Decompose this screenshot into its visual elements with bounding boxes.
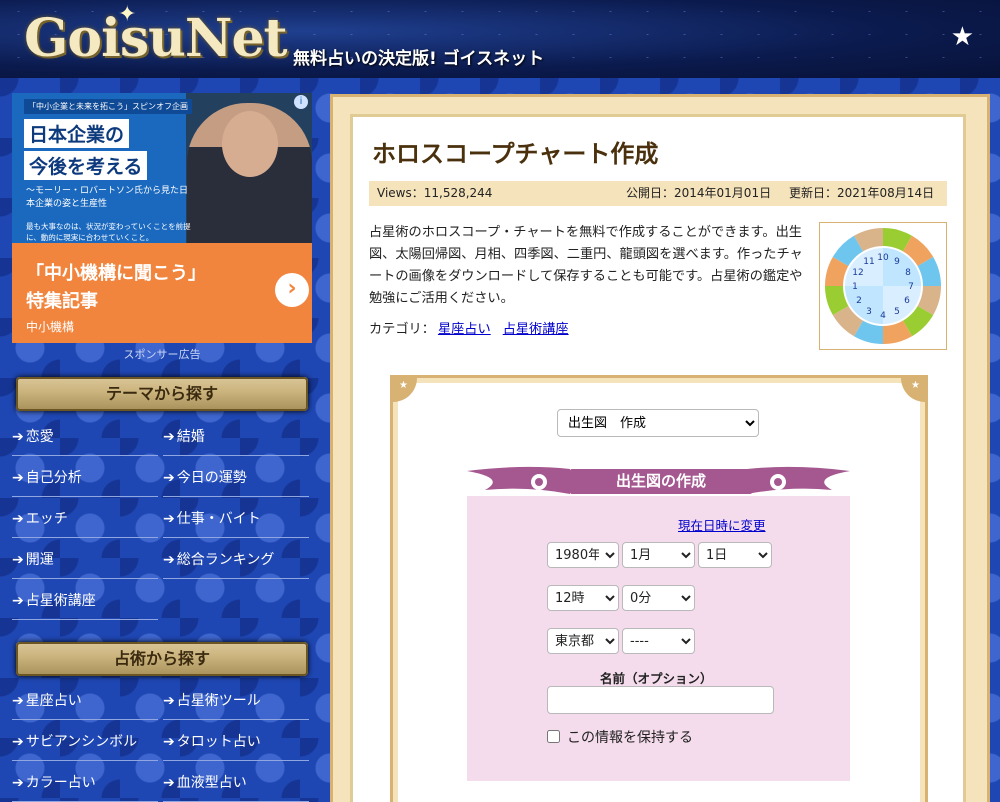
section-banner-fortune: 占術から探す: [16, 642, 308, 676]
sidebar-item-love[interactable]: ➔ 恋愛: [12, 418, 158, 456]
set-current-datetime-link[interactable]: 現在日時に変更: [678, 515, 766, 534]
city-select[interactable]: ----: [622, 628, 695, 654]
svg-text:9: 9: [894, 257, 900, 267]
svg-text:3: 3: [866, 307, 872, 317]
meta-bar: Views：11,528,244 公開日：2014年01月01日 更新日：202…: [369, 181, 947, 206]
sidebar-item-astrology-course[interactable]: ➔ 占星術講座: [12, 582, 158, 620]
ad-brand: 中小機構: [26, 320, 75, 334]
arrow-right-icon: ➔: [12, 693, 24, 709]
ad-person-face: [222, 111, 278, 177]
section-banner-theme: テーマから探す: [16, 377, 308, 411]
published-date: 公開日：2014年01月01日: [626, 186, 772, 200]
star-icon: ★: [911, 380, 920, 391]
svg-text:2: 2: [856, 296, 862, 306]
sidebar-item-ecchi[interactable]: ➔ エッチ: [12, 500, 158, 538]
name-field-label: 名前（オプション）: [600, 671, 713, 686]
arrow-right-icon: ➔: [12, 775, 24, 791]
ad-headline-1: 日本企業の: [24, 119, 130, 148]
birth-month-select[interactable]: 1月: [622, 542, 695, 568]
page-title: ホロスコープチャート作成: [372, 140, 659, 168]
sidebar-item-self-analysis[interactable]: ➔ 自己分析: [12, 459, 158, 497]
category-line: カテゴリ： 星座占い 占星術講座: [369, 318, 569, 337]
form-header-title: 出生図の作成: [570, 469, 752, 494]
category-link-zodiac[interactable]: 星座占い: [438, 322, 491, 337]
sparkle-icon: ✦: [118, 2, 137, 27]
page-description: 占星術のホロスコープ・チャートを無料で作成することができます。出生図、太陽回帰図…: [369, 225, 803, 306]
site-header: GoisuNet ✦ 無料占いの決定版! ゴイスネット ★: [0, 0, 1000, 78]
sidebar-item-blood-type[interactable]: ➔ 血液型占い: [163, 764, 309, 802]
sidebar-item-today-fortune[interactable]: ➔ 今日の運勢: [163, 459, 309, 497]
site-tagline: 無料占いの決定版! ゴイスネット: [293, 49, 545, 69]
sidebar-item-tarot[interactable]: ➔ タロット占い: [163, 723, 309, 761]
arrow-right-icon: ➔: [163, 775, 175, 791]
arrow-right-icon: ➔: [163, 693, 175, 709]
arrow-right-icon: ➔: [12, 552, 24, 568]
ad-headline-2: 今後を考える: [24, 151, 148, 180]
sidebar-item-zodiac[interactable]: ➔ 星座占い: [12, 682, 158, 720]
category-link-astrology-course[interactable]: 占星術講座: [503, 322, 569, 337]
arrow-right-icon: ➔: [163, 429, 175, 445]
star-icon: ★: [399, 380, 408, 391]
remember-info-checkbox[interactable]: [547, 730, 560, 743]
svg-text:12: 12: [852, 268, 863, 278]
svg-text:6: 6: [904, 296, 910, 306]
sidebar-item-ranking[interactable]: ➔ 総合ランキング: [163, 541, 309, 579]
ad-subtitle: 〜モーリー・ロバートソン氏から見た日本企業の姿と生産性: [26, 186, 189, 209]
svg-text:10: 10: [877, 253, 889, 263]
sidebar-item-work[interactable]: ➔ 仕事・バイト: [163, 500, 309, 538]
arrow-right-icon: ➔: [12, 511, 24, 527]
star-icon[interactable]: ★: [951, 22, 974, 52]
prefecture-select[interactable]: 東京都: [547, 628, 619, 654]
sidebar-item-sabian[interactable]: ➔ サビアンシンボル: [12, 723, 158, 761]
updated-date: 更新日：2021年08月14日: [789, 186, 935, 200]
arrow-right-icon: ➔: [12, 734, 24, 750]
sidebar-item-marriage[interactable]: ➔ 結婚: [163, 418, 309, 456]
birth-year-select[interactable]: 1980年: [547, 542, 619, 568]
arrow-right-icon: ➔: [163, 470, 175, 486]
horoscope-wheel-icon: 10 9 8 7 6 5 4 3 2 1 12 11: [825, 228, 941, 344]
arrow-right-icon: ➔: [12, 429, 24, 445]
svg-text:5: 5: [894, 307, 900, 317]
birth-hour-select[interactable]: 12時: [547, 585, 619, 611]
ad-cta-line-2: 特集記事: [26, 291, 98, 312]
arrow-right-icon: ➔: [163, 511, 175, 527]
ad-chevron-right-icon[interactable]: ›: [275, 273, 309, 307]
category-label: カテゴリ：: [369, 322, 435, 337]
sponsor-label: スポンサー広告: [123, 348, 201, 361]
chart-type-select[interactable]: 出生図 作成: [557, 409, 759, 437]
site-logo[interactable]: GoisuNet: [24, 8, 288, 69]
sidebar-item-astro-tool[interactable]: ➔ 占星術ツール: [163, 682, 309, 720]
birth-minute-select[interactable]: 0分: [622, 585, 695, 611]
svg-text:7: 7: [908, 282, 914, 292]
svg-text:4: 4: [880, 311, 886, 321]
horoscope-wheel-image: 10 9 8 7 6 5 4 3 2 1 12 11: [819, 222, 947, 350]
ad-quote: 最も大事なのは、状況が変わっていくことを前提に、動的に現実に合わせていくこと。: [26, 222, 191, 242]
sponsored-ad[interactable]: 「中小企業と未来を拓こう」スピンオフ企画 i 日本企業の 今後を考える 〜モーリ…: [12, 93, 312, 343]
name-input[interactable]: [547, 686, 774, 714]
ad-kicker: 「中小企業と未来を拓こう」スピンオフ企画: [24, 99, 192, 114]
svg-text:11: 11: [863, 257, 874, 267]
view-count: Views：11,528,244: [377, 186, 493, 200]
birth-day-select[interactable]: 1日: [698, 542, 772, 568]
arrow-right-icon: ➔: [12, 470, 24, 486]
svg-text:8: 8: [905, 268, 911, 278]
arrow-right-icon: ➔: [163, 734, 175, 750]
sidebar-item-luck[interactable]: ➔ 開運: [12, 541, 158, 579]
arrow-right-icon: ➔: [12, 593, 24, 609]
svg-text:1: 1: [852, 282, 858, 292]
ad-info-icon[interactable]: i: [294, 95, 308, 109]
ad-cta-line-1: 「中小機構に聞こう」: [26, 263, 206, 284]
arrow-right-icon: ➔: [163, 552, 175, 568]
sidebar-item-color[interactable]: ➔ カラー占い: [12, 764, 158, 802]
remember-info-label[interactable]: この情報を保持する: [567, 727, 693, 747]
